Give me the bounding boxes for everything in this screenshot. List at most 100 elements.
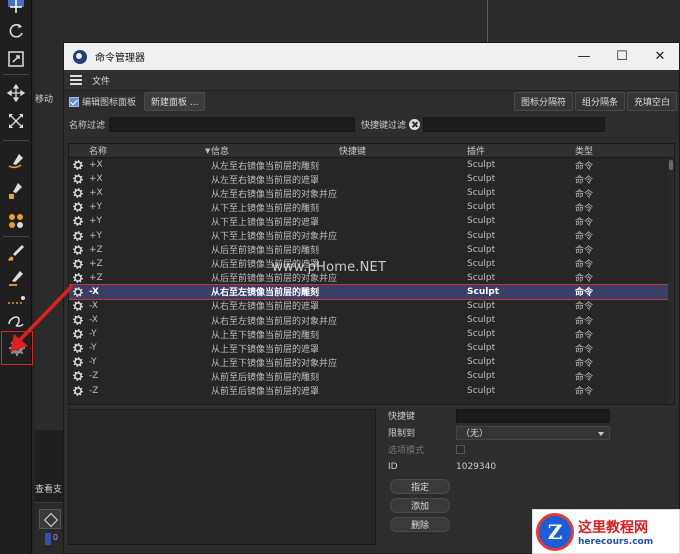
option-mode-label: 选项模式 [388,446,425,456]
cell-type: 命令 [575,288,594,299]
delete-button[interactable]: 删除 [390,517,450,532]
gear-icon [73,244,83,255]
cell-type: 命令 [575,387,594,398]
name-filter-input[interactable] [109,116,356,132]
gear-icon[interactable] [1,331,33,365]
command-gear-icon [69,230,89,241]
table-row[interactable]: +X 从左至右镜像当前层的遮罩 Sculpt 命令 [69,172,674,186]
header-plugin[interactable]: 插件 [467,144,575,157]
header-hotkey[interactable]: 快捷键 [339,144,467,157]
edit-icon-panel-checkbox[interactable] [69,96,79,107]
hotkey-filter-input[interactable] [423,116,606,132]
clear-filter-icon[interactable] [409,118,421,130]
group-separator-button[interactable]: 组分隔条 [574,92,625,111]
cell-type: 命令 [575,246,594,257]
table-row[interactable]: +X 从左至右镜像当前层的雕刻 Sculpt 命令 [69,158,674,172]
table-scrollbar[interactable] [668,158,674,404]
table-row[interactable]: +Y 从下至上镜像当前层的雕刻 Sculpt 命令 [69,200,674,214]
fill-space-button[interactable]: 充填空白 [626,92,677,111]
cell-info: 从右至左镜像当前层的雕刻 [211,288,320,299]
table-row[interactable]: -X 从右至左镜像当前层的雕刻 Sculpt 命令 [69,283,674,300]
scale-icon[interactable] [3,48,29,70]
brush-fill-icon[interactable] [3,180,29,202]
cell-type: 命令 [575,302,594,313]
cell-name: +X [89,160,103,171]
table-body: +X 从左至右镜像当前层的雕刻 Sculpt 命令 +X 从左至右镜像当前层的遮罩 Scul… [69,158,674,398]
rotate-icon[interactable] [3,20,29,42]
icon-separator-button[interactable]: 图标分隔符 [513,92,573,111]
cell-type: 命令 [575,330,594,341]
new-panel-button[interactable]: 新建面板 ... [144,92,206,111]
table-row[interactable]: +Y 从下至上镜像当前层的遮罩 Sculpt 命令 [69,214,674,228]
keyframe-button[interactable] [39,509,61,529]
hamburger-menu-icon[interactable] [70,75,82,85]
option-mode-checkbox[interactable] [456,445,465,454]
command-gear-icon [69,371,89,382]
scrollbar-thumb[interactable] [669,160,673,170]
paint-brush-icon[interactable] [3,242,29,264]
curve-icon[interactable] [3,308,29,330]
hotkey-input[interactable] [456,408,610,423]
cell-plugin: Sculpt [467,188,496,199]
cell-type: 命令 [575,274,594,285]
maximize-button[interactable]: ☐ [603,43,641,70]
dialog-title: 命令管理器 [95,53,145,64]
cell-info: 从右至左镜像当前层的对象并应 [211,316,338,327]
command-gear-icon [69,202,89,213]
close-button[interactable]: ✕ [641,43,679,70]
site-logo: Z 这里教程网 herecours.com [532,509,680,554]
add-button[interactable]: 添加 [390,498,450,513]
cell-name: +Y [89,230,103,241]
cell-info: 从下至上镜像当前层的对象并应 [211,232,338,243]
command-gear-icon [69,258,89,269]
table-row[interactable]: -Y 从上至下镜像当前层的遮罩 Sculpt 命令 [69,341,674,355]
move-arrows-icon[interactable] [3,0,29,18]
command-gear-icon [69,244,89,255]
minimize-button[interactable]: — [565,43,603,70]
cell-name: +X [89,188,103,199]
gear-icon [73,300,83,311]
frame-number: 0 [53,533,59,542]
cell-info: 从下至上镜像当前层的雕刻 [211,203,320,214]
sort-down-icon: ▼ [205,146,211,155]
scale-arrows-icon[interactable] [3,110,29,132]
file-menu[interactable]: 文件 [92,74,110,87]
table-row[interactable]: -X 从右至左镜像当前层的对象并应 Sculpt 命令 [69,313,674,327]
view-menu-label[interactable]: 查看支 [35,482,62,495]
knife-icon[interactable] [3,268,29,290]
assign-button[interactable]: 指定 [390,479,450,494]
table-row[interactable]: -X 从右至左镜像当前层的遮罩 Sculpt 命令 [69,299,674,313]
gear-icon [73,216,83,227]
frame-marker[interactable] [45,533,51,545]
table-row[interactable]: +X 从左至右镜像当前层的对象并应 Sculpt 命令 [69,186,674,200]
table-row[interactable]: +Y 从下至上镜像当前层的对象并应 Sculpt 命令 [69,228,674,242]
hotkey-label: 快捷键 [388,412,416,422]
cell-name: -X [89,300,98,311]
command-gear-icon [69,329,89,340]
cell-name: +Z [89,244,103,255]
title-bar[interactable]: 命令管理器 — ☐ ✕ [64,43,679,70]
cell-plugin: Sculpt [467,202,496,213]
cell-type: 命令 [575,372,594,383]
header-info[interactable]: 信息 [211,144,339,157]
table-row[interactable]: -Z 从前至后镜像当前层的遮罩 Sculpt 命令 [69,384,674,398]
cell-info: 从上至下镜像当前层的遮罩 [211,344,320,355]
move-icon[interactable] [3,82,29,104]
brush-stroke-icon[interactable] [3,150,29,172]
viewport-label: 移动 [35,95,54,105]
id-label: ID [388,461,398,472]
table-row[interactable]: -Z 从前至后镜像当前层的雕刻 Sculpt 命令 [69,369,674,383]
table-row[interactable]: -Y 从上至下镜像当前层的雕刻 Sculpt 命令 [69,327,674,341]
cell-info: 从左至右镜像当前层的雕刻 [211,161,320,172]
brush-multi-icon[interactable] [3,210,29,232]
command-gear-icon [69,357,89,368]
cell-type: 命令 [575,175,594,186]
table-row[interactable]: +Z 从后至前镜像当前层的雕刻 Sculpt 命令 [69,243,674,257]
name-filter-label: 名称过滤 [69,120,106,131]
header-name[interactable]: 名称 ▼ [89,144,211,158]
gear-icon [73,202,83,213]
restrict-dropdown[interactable]: （无） [456,425,610,440]
header-type[interactable]: 类型 [575,144,665,157]
table-row[interactable]: -Y 从上至下镜像当前层的对象并应 Sculpt 命令 [69,355,674,369]
cell-type: 命令 [575,358,594,369]
